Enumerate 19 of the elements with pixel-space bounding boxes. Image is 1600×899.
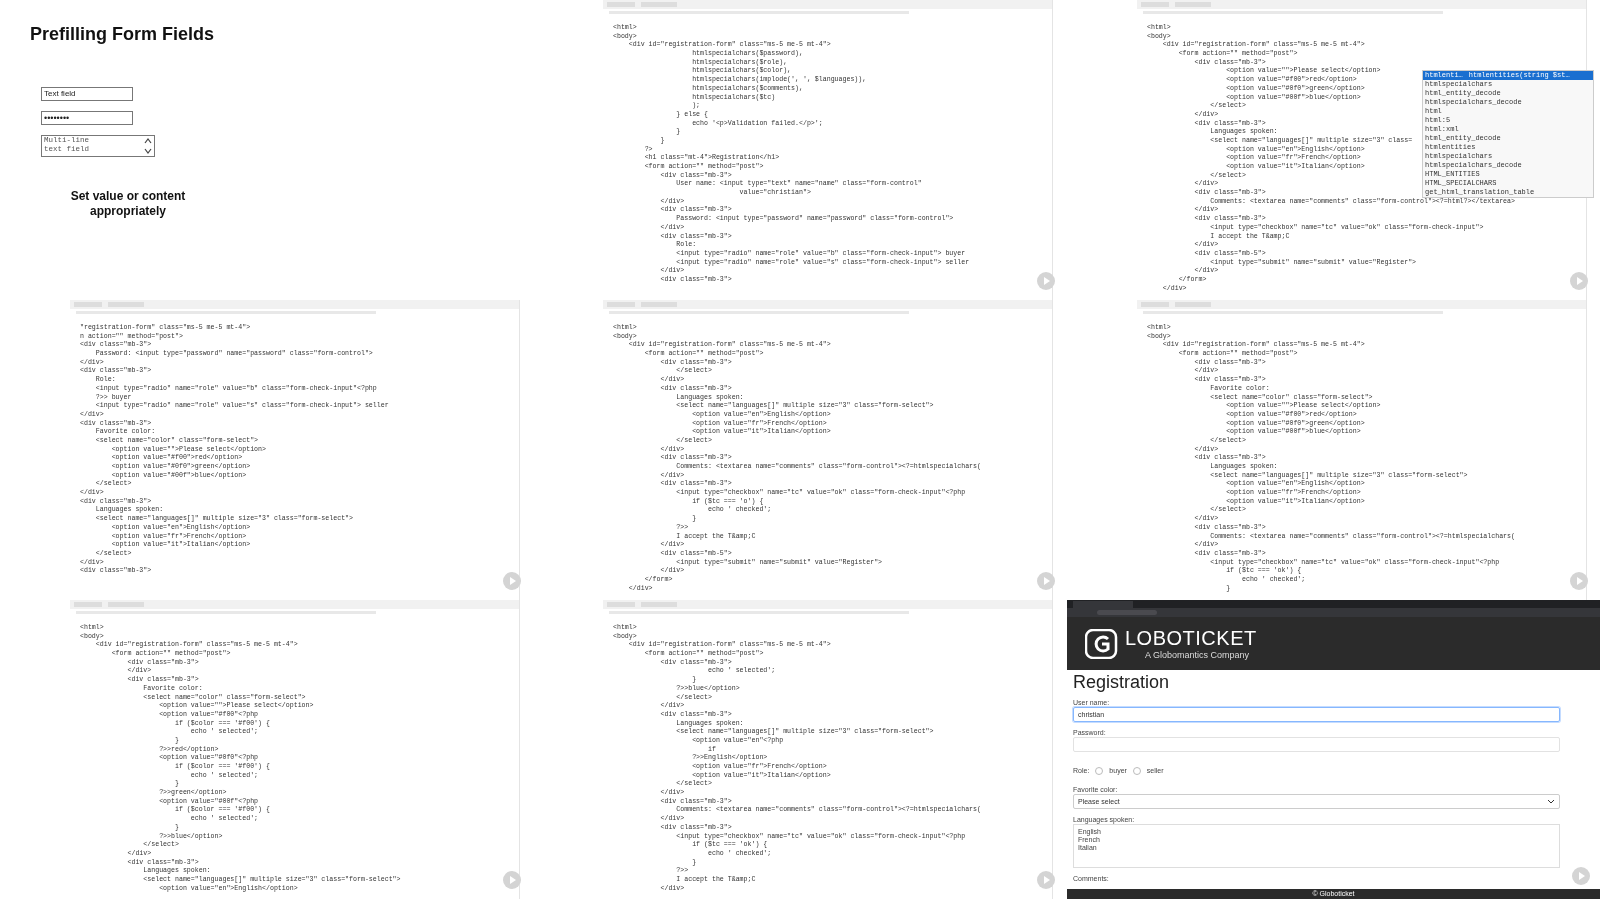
scroll-arrows-icon [144, 137, 152, 155]
play-icon[interactable] [1037, 871, 1055, 889]
play-icon[interactable] [1572, 867, 1590, 885]
password-field[interactable] [1073, 737, 1560, 752]
play-icon[interactable] [503, 871, 521, 889]
play-icon[interactable] [1570, 572, 1588, 590]
chevron-icon [1547, 799, 1555, 804]
play-icon[interactable] [1037, 572, 1055, 590]
logo-icon [1085, 628, 1119, 659]
page-heading: Registration [1073, 672, 1171, 693]
play-icon[interactable] [1570, 272, 1588, 290]
play-icon[interactable] [1037, 272, 1055, 290]
slide-title: Prefilling Form Fields [30, 24, 216, 45]
text-field[interactable]: Text field [41, 87, 133, 101]
brand-tagline: A Globomantics Company [1145, 650, 1251, 661]
brand-name: LOBOTICKET [1125, 627, 1257, 651]
password-field[interactable]: •••••••• [41, 111, 133, 125]
play-icon[interactable] [503, 572, 521, 590]
slide-caption: Set value or content appropriately [69, 189, 187, 219]
